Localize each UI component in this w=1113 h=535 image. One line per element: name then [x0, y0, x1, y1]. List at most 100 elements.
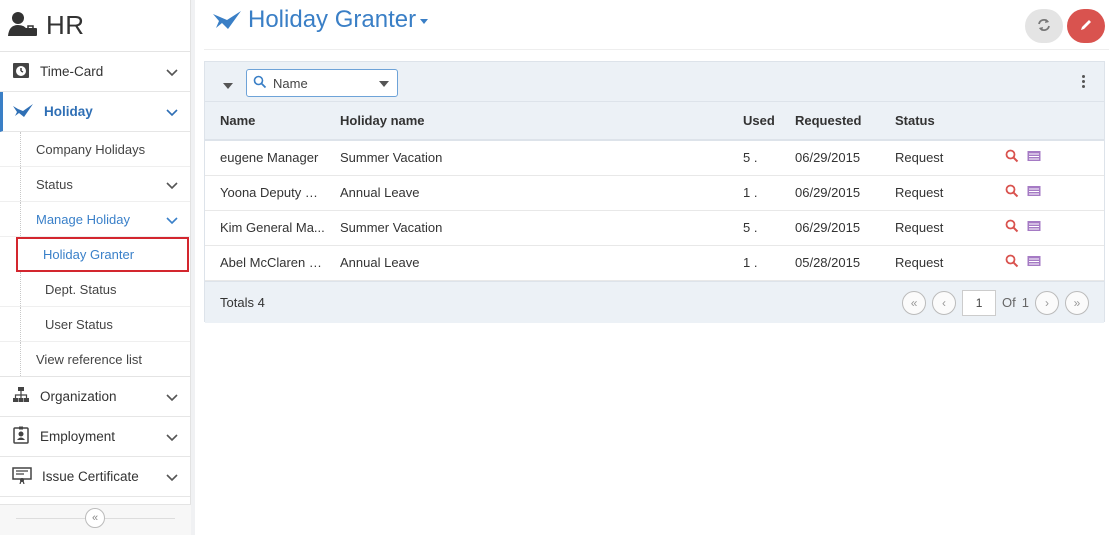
granter-table: Name Holiday name Used Requested Status … — [205, 102, 1104, 281]
granter-panel: Name Name Holiday name Used Requested St… — [204, 61, 1105, 323]
cell-name: Kim General Ma... — [220, 220, 325, 235]
sidebar-item-holiday[interactable]: Holiday — [0, 92, 190, 132]
cell-name: Abel McClaren C... — [220, 255, 325, 270]
search-field-value: Name — [273, 75, 308, 91]
table-row[interactable]: Yoona Deputy G... Annual Leave 1 . 06/29… — [205, 175, 1104, 210]
cell-status: Request — [895, 150, 944, 166]
cell-used: 5 . — [743, 220, 758, 235]
id-badge-icon — [12, 426, 30, 447]
sidebar-subitem-manage-holiday[interactable]: Manage Holiday — [0, 202, 190, 237]
brand: HR — [0, 0, 190, 52]
sidebar-subitem-company-holidays[interactable]: Company Holidays — [0, 132, 190, 167]
page-header: Holiday Granter — [204, 0, 1109, 50]
double-chevron-right-icon: » — [1073, 295, 1081, 310]
person-icon — [8, 11, 38, 40]
sidebar-subitem-view-reference-list[interactable]: View reference list — [0, 342, 190, 377]
cell-status: Request — [895, 255, 944, 270]
column-header-requested[interactable]: Requested — [794, 102, 880, 141]
column-header-name[interactable]: Name — [205, 102, 325, 141]
app-title: HR — [46, 10, 85, 40]
last-page-button[interactable]: » — [1065, 290, 1089, 315]
edit-button[interactable] — [1067, 9, 1105, 43]
airplane-icon — [12, 102, 34, 121]
column-header-status[interactable]: Status — [880, 102, 990, 141]
sidebar-subitem-holiday-granter[interactable]: Holiday Granter — [16, 237, 189, 272]
cell-status: Request — [895, 220, 944, 235]
list-detail-icon[interactable] — [1027, 220, 1041, 235]
cell-holiday-name: Annual Leave — [340, 185, 420, 200]
search-field-select[interactable]: Name — [246, 69, 398, 97]
sidebar-item-organization[interactable]: Organization — [0, 377, 190, 417]
sidebar: HR Time-Card Holiday Company Holidays St… — [0, 0, 191, 535]
totals-label: Totals 4 — [220, 294, 265, 310]
sidebar-item-label: Employment — [40, 429, 116, 444]
cell-name: Yoona Deputy G... — [220, 185, 325, 200]
toolbar-collapse-caret-icon[interactable] — [223, 83, 233, 89]
chevron-down-icon — [166, 470, 178, 485]
table-row[interactable]: eugene Manager Summer Vacation 5 . 06/29… — [205, 140, 1104, 175]
table-row[interactable]: Kim General Ma... Summer Vacation 5 . 06… — [205, 210, 1104, 245]
cell-name: eugene Manager — [220, 150, 319, 166]
sidebar-item-label: Holiday — [44, 104, 93, 119]
list-detail-icon[interactable] — [1027, 150, 1041, 165]
sidebar-item-time-card[interactable]: Time-Card — [0, 52, 190, 92]
sidebar-item-issue-certificate[interactable]: Issue Certificate — [0, 457, 190, 497]
next-page-button[interactable]: › — [1035, 290, 1059, 315]
title-dropdown-caret-icon[interactable] — [420, 19, 428, 24]
certificate-icon — [12, 466, 32, 487]
sidebar-item-label: Time-Card — [40, 64, 104, 79]
sidebar-subitem-label: Company Holidays — [36, 141, 146, 157]
pagination: « ‹ 1 Of 1 › » — [902, 289, 1089, 316]
chevron-down-icon — [166, 430, 178, 445]
refresh-icon — [1037, 18, 1051, 35]
refresh-button[interactable] — [1025, 9, 1063, 43]
app-root: HR Time-Card Holiday Company Holidays St… — [0, 0, 1113, 535]
chevron-down-icon — [166, 65, 178, 80]
chevron-down-icon — [166, 213, 178, 228]
sidebar-item-label: Organization — [40, 389, 117, 404]
total-pages: 1 — [1021, 295, 1029, 310]
sidebar-subitem-label: User Status — [45, 316, 113, 332]
more-options-icon[interactable] — [1082, 75, 1086, 88]
sidebar-item-employment[interactable]: Employment — [0, 417, 190, 457]
main-content: Holiday Granter Name Name Holiday name U… — [204, 0, 1113, 535]
prev-page-button[interactable]: ‹ — [932, 290, 957, 315]
org-chart-icon — [12, 386, 30, 407]
cell-used: 5 . — [743, 150, 758, 166]
search-icon[interactable] — [1005, 219, 1019, 236]
list-detail-icon[interactable] — [1027, 255, 1041, 270]
cell-holiday-name: Summer Vacation — [340, 220, 443, 235]
search-icon[interactable] — [1005, 184, 1019, 201]
collapse-sidebar-button[interactable]: « — [85, 508, 105, 528]
chevron-down-icon — [166, 390, 178, 405]
sidebar-subitem-label: Manage Holiday — [36, 211, 130, 227]
search-icon[interactable] — [1005, 254, 1019, 271]
sidebar-collapse-bar: « — [0, 504, 191, 535]
cell-requested: 05/28/2015 — [795, 255, 861, 270]
column-header-used[interactable]: Used — [728, 102, 794, 141]
page-title[interactable]: Holiday Granter — [248, 6, 416, 34]
stopwatch-icon — [12, 61, 30, 82]
first-page-button[interactable]: « — [902, 290, 927, 315]
sidebar-subitem-user-status[interactable]: User Status — [0, 307, 190, 342]
airplane-icon — [212, 8, 242, 33]
sidebar-subitem-label: View reference list — [36, 351, 142, 367]
cell-requested: 06/29/2015 — [795, 150, 861, 166]
cell-requested: 06/29/2015 — [795, 220, 861, 235]
search-icon[interactable] — [1005, 149, 1019, 166]
list-detail-icon[interactable] — [1027, 185, 1041, 200]
sidebar-subitem-dept-status[interactable]: Dept. Status — [0, 272, 190, 307]
search-icon — [253, 75, 267, 92]
of-label: Of — [1002, 295, 1016, 310]
chevron-down-icon — [166, 178, 178, 193]
page-number-input[interactable]: 1 — [962, 289, 997, 316]
sidebar-subitem-status[interactable]: Status — [0, 167, 190, 202]
chevron-right-icon: › — [1045, 295, 1049, 310]
double-chevron-left-icon: « — [91, 512, 99, 524]
double-chevron-left-icon: « — [910, 295, 918, 310]
sidebar-subitem-label: Dept. Status — [45, 281, 117, 297]
column-header-actions — [990, 102, 1104, 141]
sidebar-item-label: Issue Certificate — [42, 469, 139, 484]
column-header-holiday-name[interactable]: Holiday name — [325, 102, 728, 141]
table-row[interactable]: Abel McClaren C... Annual Leave 1 . 05/2… — [205, 245, 1104, 280]
